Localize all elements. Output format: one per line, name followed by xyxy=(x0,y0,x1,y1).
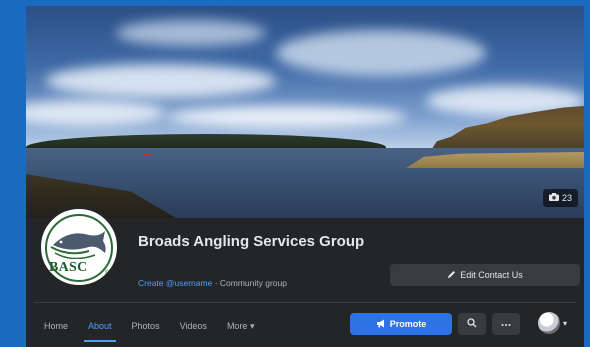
page-title: Broads Angling Services Group xyxy=(138,233,365,250)
page-category: Community group xyxy=(219,278,287,288)
cover-photo[interactable]: 23 xyxy=(26,6,584,218)
cloud xyxy=(26,100,166,126)
camera-icon xyxy=(548,193,559,203)
photo-count-value: 23 xyxy=(561,193,572,203)
chevron-down-icon: ▾ xyxy=(563,318,568,328)
boat xyxy=(144,153,152,156)
tab-home[interactable]: Home xyxy=(34,310,78,342)
edit-contact-button[interactable]: Edit Contact Us xyxy=(390,264,580,286)
page-frame: 23 BASC ® Broads Angling Services Group … xyxy=(26,6,584,347)
page-meta: Create @username · Community group xyxy=(138,278,287,288)
create-username-link[interactable]: Create @username xyxy=(138,278,212,288)
tab-about[interactable]: About xyxy=(78,310,122,342)
avatar[interactable]: BASC ® xyxy=(38,206,120,288)
cloud xyxy=(276,30,486,76)
registered-mark: ® xyxy=(105,270,111,277)
more-options-button[interactable] xyxy=(492,313,520,335)
megaphone-icon xyxy=(376,319,386,330)
search-icon xyxy=(467,317,477,331)
cloud xyxy=(116,20,266,46)
tab-more[interactable]: More ▾ xyxy=(217,310,265,342)
cloud xyxy=(166,106,406,128)
tab-videos[interactable]: Videos xyxy=(170,310,217,342)
more-icon xyxy=(501,319,511,330)
pencil-icon xyxy=(447,270,456,281)
tab-photos[interactable]: Photos xyxy=(122,310,170,342)
divider xyxy=(34,302,576,303)
fish-logo-icon xyxy=(50,231,106,259)
promote-label: Promote xyxy=(389,319,427,329)
logo-text: BASC xyxy=(49,260,88,275)
promote-button[interactable]: Promote xyxy=(350,313,452,335)
cover-photo-count-button[interactable]: 23 xyxy=(542,189,578,207)
account-switcher[interactable]: ▾ xyxy=(538,312,567,334)
search-button[interactable] xyxy=(458,313,486,335)
edit-contact-label: Edit Contact Us xyxy=(460,270,523,280)
page-tabs: Home About Photos Videos More ▾ xyxy=(34,310,264,342)
account-avatar xyxy=(538,312,560,334)
cloud xyxy=(46,64,276,98)
